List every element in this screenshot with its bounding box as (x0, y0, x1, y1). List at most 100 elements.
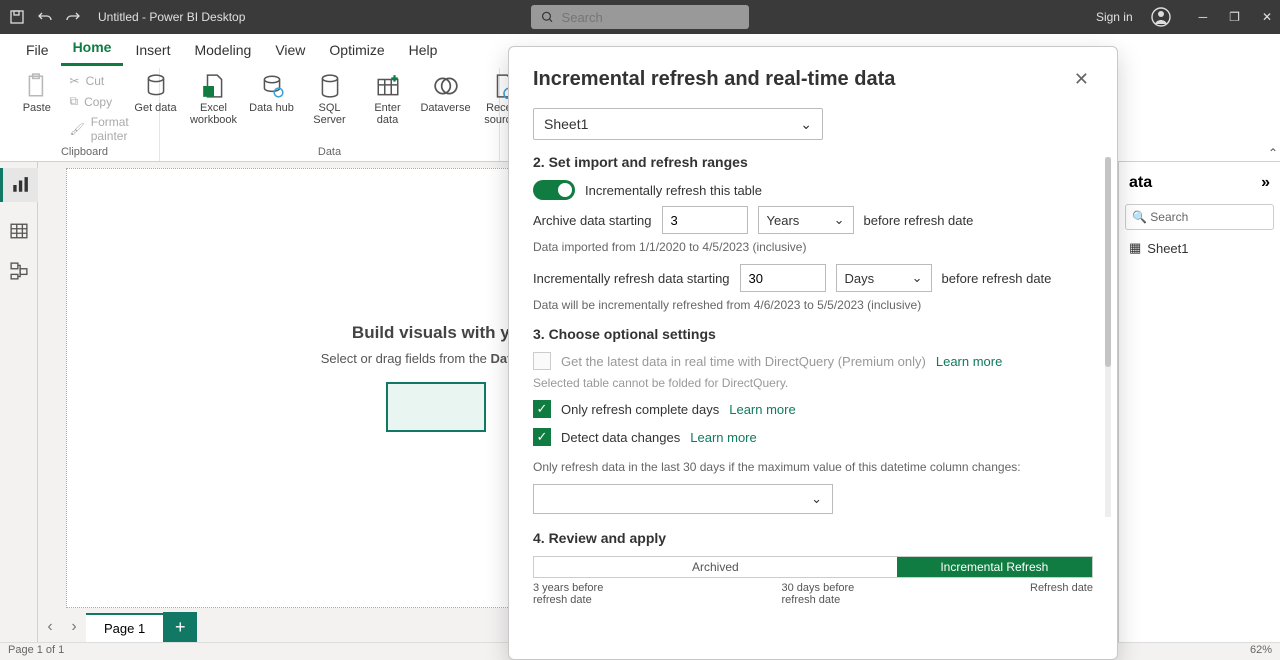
search-input[interactable] (562, 10, 739, 25)
enter-data-button[interactable]: Enter data (363, 68, 413, 130)
data-hub-button[interactable]: Data hub (247, 68, 297, 130)
status-zoom: 62% (1250, 644, 1272, 659)
status-page: Page 1 of 1 (8, 644, 64, 659)
canvas-placeholder-icon (386, 382, 486, 432)
data-pane-title: ata (1129, 174, 1152, 192)
incr-unit-select[interactable]: Days⌄ (836, 264, 932, 292)
detect-hint: Only refresh data in the last 30 days if… (533, 460, 1093, 474)
table-select[interactable]: Sheet1 ⌄ (533, 108, 823, 140)
paste-icon (23, 72, 51, 100)
paste-button[interactable]: Paste (16, 68, 58, 118)
archive-unit-select[interactable]: Years⌄ (758, 206, 854, 234)
window-title: Untitled - Power BI Desktop (98, 10, 245, 24)
refresh-timeline: Archived Incremental Refresh 3 years bef… (533, 556, 1093, 606)
chevron-down-icon: ⌄ (800, 116, 812, 133)
directquery-checkbox (533, 352, 551, 370)
sql-icon (316, 72, 344, 100)
incremental-refresh-dialog: Incremental refresh and real-time data ✕… (508, 46, 1118, 660)
incr-hint: Data will be incrementally refreshed fro… (533, 298, 1093, 312)
table-icon: ▦ (1129, 240, 1141, 256)
archive-value-input[interactable] (662, 206, 748, 234)
group-data: Data (318, 146, 341, 161)
complete-days-learn-more[interactable]: Learn more (729, 402, 795, 417)
datetime-column-select[interactable]: ⌄ (533, 484, 833, 514)
complete-days-checkbox[interactable]: ✓ (533, 400, 551, 418)
table-plus-icon (374, 72, 402, 100)
timeline-label-2: 30 days before refresh date (782, 582, 882, 606)
signin-link[interactable]: Sign in (1096, 10, 1133, 24)
group-clipboard: Clipboard (61, 146, 108, 161)
copy-icon: ⧉ (70, 94, 79, 109)
incr-label: Incrementally refresh data starting (533, 271, 730, 286)
view-rail (0, 162, 38, 642)
chevron-down-icon: ⌄ (834, 212, 845, 228)
archive-suffix: before refresh date (864, 213, 974, 228)
cut-icon: ✂ (70, 74, 80, 88)
dialog-title: Incremental refresh and real-time data (533, 68, 895, 91)
complete-days-label: Only refresh complete days (561, 402, 719, 417)
minimize-icon[interactable]: ─ (1199, 10, 1208, 24)
chevron-down-icon: ⌄ (912, 270, 923, 286)
dialog-scrollbar[interactable] (1105, 157, 1111, 517)
scroll-thumb[interactable] (1105, 157, 1111, 367)
data-pane: ata » 🔍 Search ▦Sheet1 (1118, 162, 1280, 642)
tab-file[interactable]: File (14, 36, 61, 66)
directquery-hint: Selected table cannot be folded for Dire… (533, 376, 1093, 390)
tab-insert[interactable]: Insert (123, 36, 182, 66)
search-icon: 🔍 (1132, 210, 1147, 224)
timeline-label-3: Refresh date (1030, 582, 1093, 606)
sql-button[interactable]: SQL Server (305, 68, 355, 130)
undo-icon[interactable] (36, 8, 54, 26)
data-pane-search[interactable]: 🔍 Search (1125, 204, 1274, 230)
archive-hint: Data imported from 1/1/2020 to 4/5/2023 … (533, 240, 1093, 254)
tab-home[interactable]: Home (61, 33, 124, 66)
page-next-icon[interactable]: › (62, 618, 86, 636)
directquery-label: Get the latest data in real time with Di… (561, 354, 926, 369)
dataverse-icon (432, 72, 460, 100)
timeline-label-1: 3 years before refresh date (533, 582, 633, 606)
tab-help[interactable]: Help (397, 36, 450, 66)
maximize-icon[interactable]: ❐ (1229, 10, 1240, 24)
section-3-header: 3. Choose optional settings (533, 326, 1093, 342)
toggle-label: Incrementally refresh this table (585, 183, 762, 198)
dialog-close-icon[interactable]: ✕ (1070, 65, 1093, 94)
report-view-icon[interactable] (0, 168, 38, 202)
brush-icon: 🖌 (70, 122, 85, 136)
timeline-incremental: Incremental Refresh (897, 557, 1092, 577)
incr-suffix: before refresh date (942, 271, 1052, 286)
save-icon[interactable] (8, 8, 26, 26)
page-prev-icon[interactable]: ‹ (38, 618, 62, 636)
directquery-learn-more[interactable]: Learn more (936, 354, 1002, 369)
tab-view[interactable]: View (263, 36, 317, 66)
dataverse-button[interactable]: Dataverse (421, 68, 471, 130)
section-2-header: 2. Set import and refresh ranges (533, 154, 1093, 170)
search-icon (541, 10, 554, 24)
chevron-down-icon: ⌄ (811, 491, 822, 507)
add-page-button[interactable]: + (163, 612, 197, 642)
section-4-header: 4. Review and apply (533, 530, 1093, 546)
close-icon[interactable]: ✕ (1262, 10, 1272, 24)
datahub-icon (258, 72, 286, 100)
excel-icon (200, 72, 228, 100)
detect-changes-checkbox[interactable]: ✓ (533, 428, 551, 446)
detect-changes-learn-more[interactable]: Learn more (690, 430, 756, 445)
redo-icon[interactable] (64, 8, 82, 26)
tab-modeling[interactable]: Modeling (182, 36, 263, 66)
title-bar: Untitled - Power BI Desktop Sign in ─ ❐ … (0, 0, 1280, 34)
table-item-sheet1[interactable]: ▦Sheet1 (1119, 234, 1280, 262)
collapse-pane-icon[interactable]: » (1261, 174, 1270, 192)
page-tab-1[interactable]: Page 1 (86, 613, 163, 642)
excel-button[interactable]: Excel workbook (189, 68, 239, 130)
timeline-archived: Archived (534, 557, 897, 577)
get-data-button[interactable]: Get data (131, 68, 181, 130)
tab-optimize[interactable]: Optimize (317, 36, 396, 66)
incremental-toggle[interactable] (533, 180, 575, 200)
data-view-icon[interactable] (8, 220, 30, 242)
ribbon-collapse-icon[interactable]: ⌃ (1268, 146, 1278, 160)
database-icon (142, 72, 170, 100)
model-view-icon[interactable] (8, 260, 30, 282)
incr-value-input[interactable] (740, 264, 826, 292)
global-search[interactable] (531, 5, 749, 29)
detect-changes-label: Detect data changes (561, 430, 680, 445)
account-icon[interactable] (1151, 7, 1171, 27)
